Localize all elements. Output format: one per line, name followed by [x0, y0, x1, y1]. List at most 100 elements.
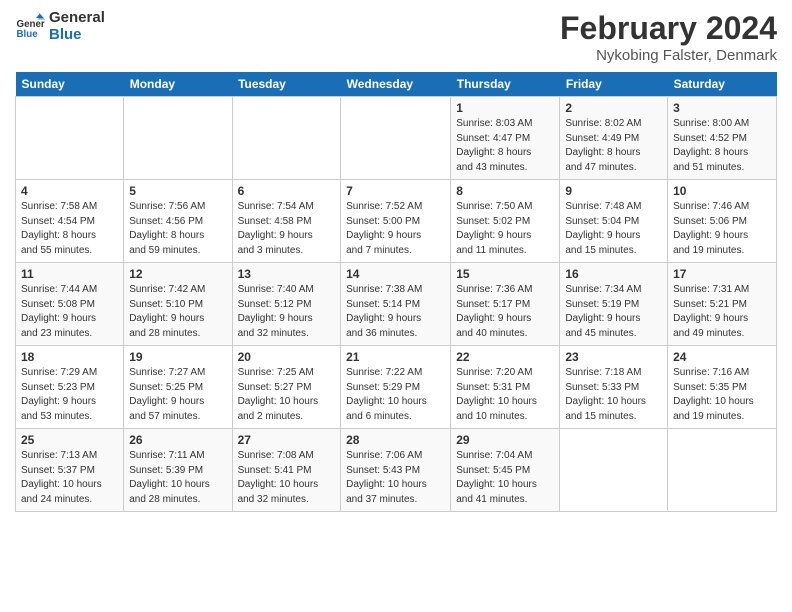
day-header-thursday: Thursday: [451, 72, 560, 97]
title-area: February 2024 Nykobing Falster, Denmark: [560, 10, 777, 64]
day-info: Sunrise: 7:31 AM Sunset: 5:21 PM Dayligh…: [673, 283, 771, 341]
day-cell: 1Sunrise: 8:03 AM Sunset: 4:47 PM Daylig…: [451, 97, 560, 180]
day-number: 20: [238, 350, 336, 364]
page: General Blue General Blue February 2024 …: [0, 0, 792, 522]
logo-general: General: [49, 10, 105, 27]
day-number: 29: [456, 433, 554, 447]
day-number: 12: [129, 267, 226, 281]
day-cell: 18 Sunrise: 7:29 AM Sunset: 5:23 PM Dayli…: [16, 346, 124, 429]
day-info: Sunrise: 7:27 AM Sunset: 5:25 PM Dayligh…: [129, 366, 226, 424]
day-number: 6: [238, 184, 336, 198]
day-cell: 29 Sunrise: 7:04 AM Sunset: 5:45 PM Dayli…: [451, 429, 560, 512]
day-cell: 28Sunrise: 7:06 AM Sunset: 5:43 PM Dayli…: [341, 429, 451, 512]
day-number: 7: [346, 184, 445, 198]
day-header-tuesday: Tuesday: [232, 72, 341, 97]
day-info: Sunrise: 7:54 AM Sunset: 4:58 PM Dayligh…: [238, 200, 336, 258]
logo-icon: General Blue: [15, 12, 45, 42]
logo: General Blue General Blue: [15, 10, 105, 43]
week-row-2: 11Sunrise: 7:44 AM Sunset: 5:08 PM Dayli…: [16, 263, 777, 346]
day-info: Sunrise: 8:03 AM Sunset: 4:47 PM Dayligh…: [456, 117, 554, 175]
day-info: Sunrise: 7:20 AM Sunset: 5:31 PM Dayligh…: [456, 366, 554, 424]
day-cell: 11Sunrise: 7:44 AM Sunset: 5:08 PM Dayli…: [16, 263, 124, 346]
day-cell: 22 Sunrise: 7:20 AM Sunset: 5:31 PM Dayli…: [451, 346, 560, 429]
day-cell: 9Sunrise: 7:48 AM Sunset: 5:04 PM Daylig…: [560, 180, 668, 263]
week-row-0: 1Sunrise: 8:03 AM Sunset: 4:47 PM Daylig…: [16, 97, 777, 180]
day-cell: 12 Sunrise: 7:42 AM Sunset: 5:10 PM Dayli…: [124, 263, 232, 346]
day-info: Sunrise: 7:16 AM Sunset: 5:35 PM Dayligh…: [673, 366, 771, 424]
day-cell: 5 Sunrise: 7:56 AM Sunset: 4:56 PM Daylig…: [124, 180, 232, 263]
day-number: 18: [21, 350, 118, 364]
day-info: Sunrise: 7:04 AM Sunset: 5:45 PM Dayligh…: [456, 449, 554, 507]
day-cell: 7 Sunrise: 7:52 AM Sunset: 5:00 PM Daylig…: [341, 180, 451, 263]
day-cell: 23Sunrise: 7:18 AM Sunset: 5:33 PM Dayli…: [560, 346, 668, 429]
day-info: Sunrise: 8:02 AM Sunset: 4:49 PM Dayligh…: [565, 117, 662, 175]
day-info: Sunrise: 7:52 AM Sunset: 5:00 PM Dayligh…: [346, 200, 445, 258]
week-row-1: 4 Sunrise: 7:58 AM Sunset: 4:54 PM Daylig…: [16, 180, 777, 263]
location: Nykobing Falster, Denmark: [560, 47, 777, 64]
day-info: Sunrise: 7:46 AM Sunset: 5:06 PM Dayligh…: [673, 200, 771, 258]
day-cell: 16 Sunrise: 7:34 AM Sunset: 5:19 PM Dayli…: [560, 263, 668, 346]
day-cell: [668, 429, 777, 512]
day-cell: 2 Sunrise: 8:02 AM Sunset: 4:49 PM Daylig…: [560, 97, 668, 180]
day-number: 11: [21, 267, 118, 281]
day-cell: 15 Sunrise: 7:36 AM Sunset: 5:17 PM Dayli…: [451, 263, 560, 346]
week-row-3: 18 Sunrise: 7:29 AM Sunset: 5:23 PM Dayli…: [16, 346, 777, 429]
day-cell: 3Sunrise: 8:00 AM Sunset: 4:52 PM Daylig…: [668, 97, 777, 180]
day-info: Sunrise: 7:34 AM Sunset: 5:19 PM Dayligh…: [565, 283, 662, 341]
day-number: 17: [673, 267, 771, 281]
day-number: 25: [21, 433, 118, 447]
day-number: 22: [456, 350, 554, 364]
day-number: 15: [456, 267, 554, 281]
logo-blue: Blue: [49, 27, 105, 44]
day-cell: 25 Sunrise: 7:13 AM Sunset: 5:37 PM Dayli…: [16, 429, 124, 512]
day-info: Sunrise: 7:22 AM Sunset: 5:29 PM Dayligh…: [346, 366, 445, 424]
day-cell: 27 Sunrise: 7:08 AM Sunset: 5:41 PM Dayli…: [232, 429, 341, 512]
day-cell: 13 Sunrise: 7:40 AM Sunset: 5:12 PM Dayli…: [232, 263, 341, 346]
day-header-sunday: Sunday: [16, 72, 124, 97]
day-info: Sunrise: 7:40 AM Sunset: 5:12 PM Dayligh…: [238, 283, 336, 341]
day-number: 9: [565, 184, 662, 198]
day-cell: [124, 97, 232, 180]
day-cell: 21 Sunrise: 7:22 AM Sunset: 5:29 PM Dayli…: [341, 346, 451, 429]
day-header-row: SundayMondayTuesdayWednesdayThursdayFrid…: [16, 72, 777, 97]
day-cell: 19 Sunrise: 7:27 AM Sunset: 5:25 PM Dayli…: [124, 346, 232, 429]
day-info: Sunrise: 7:08 AM Sunset: 5:41 PM Dayligh…: [238, 449, 336, 507]
day-header-saturday: Saturday: [668, 72, 777, 97]
day-info: Sunrise: 7:58 AM Sunset: 4:54 PM Dayligh…: [21, 200, 118, 258]
day-number: 26: [129, 433, 226, 447]
day-number: 13: [238, 267, 336, 281]
week-row-4: 25 Sunrise: 7:13 AM Sunset: 5:37 PM Dayli…: [16, 429, 777, 512]
day-cell: 4 Sunrise: 7:58 AM Sunset: 4:54 PM Daylig…: [16, 180, 124, 263]
day-info: Sunrise: 7:13 AM Sunset: 5:37 PM Dayligh…: [21, 449, 118, 507]
day-cell: 17 Sunrise: 7:31 AM Sunset: 5:21 PM Dayli…: [668, 263, 777, 346]
day-number: 19: [129, 350, 226, 364]
day-number: 14: [346, 267, 445, 281]
day-info: Sunrise: 7:56 AM Sunset: 4:56 PM Dayligh…: [129, 200, 226, 258]
header: General Blue General Blue February 2024 …: [15, 10, 777, 64]
day-cell: [16, 97, 124, 180]
day-info: Sunrise: 7:50 AM Sunset: 5:02 PM Dayligh…: [456, 200, 554, 258]
day-number: 4: [21, 184, 118, 198]
day-number: 24: [673, 350, 771, 364]
day-number: 2: [565, 101, 662, 115]
day-cell: 10Sunrise: 7:46 AM Sunset: 5:06 PM Dayli…: [668, 180, 777, 263]
svg-text:Blue: Blue: [17, 28, 39, 39]
day-number: 27: [238, 433, 336, 447]
day-number: 5: [129, 184, 226, 198]
day-info: Sunrise: 8:00 AM Sunset: 4:52 PM Dayligh…: [673, 117, 771, 175]
day-cell: [341, 97, 451, 180]
day-cell: 24 Sunrise: 7:16 AM Sunset: 5:35 PM Dayli…: [668, 346, 777, 429]
month-title: February 2024: [560, 10, 777, 47]
day-number: 23: [565, 350, 662, 364]
day-info: Sunrise: 7:42 AM Sunset: 5:10 PM Dayligh…: [129, 283, 226, 341]
day-cell: 26 Sunrise: 7:11 AM Sunset: 5:39 PM Dayli…: [124, 429, 232, 512]
day-info: Sunrise: 7:29 AM Sunset: 5:23 PM Dayligh…: [21, 366, 118, 424]
day-cell: 20 Sunrise: 7:25 AM Sunset: 5:27 PM Dayli…: [232, 346, 341, 429]
day-info: Sunrise: 7:36 AM Sunset: 5:17 PM Dayligh…: [456, 283, 554, 341]
day-cell: 6 Sunrise: 7:54 AM Sunset: 4:58 PM Daylig…: [232, 180, 341, 263]
day-info: Sunrise: 7:11 AM Sunset: 5:39 PM Dayligh…: [129, 449, 226, 507]
day-number: 16: [565, 267, 662, 281]
day-info: Sunrise: 7:25 AM Sunset: 5:27 PM Dayligh…: [238, 366, 336, 424]
day-number: 8: [456, 184, 554, 198]
day-number: 21: [346, 350, 445, 364]
